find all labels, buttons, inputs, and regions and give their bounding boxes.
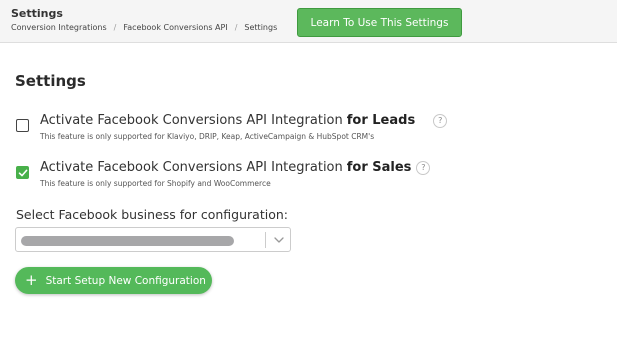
redacted-selected-value	[21, 236, 234, 246]
help-icon[interactable]: ?	[433, 113, 448, 128]
leads-checkbox[interactable]	[16, 119, 29, 132]
sales-option-label: Activate Facebook Conversions API Integr…	[40, 160, 431, 175]
page-title: Settings	[11, 7, 63, 20]
leads-label-emphasis: for Leads	[346, 113, 416, 128]
breadcrumb-item-facebook-conversions-api[interactable]: Facebook Conversions API	[123, 23, 227, 32]
option-sales: Activate Facebook Conversions API Integr…	[16, 160, 576, 190]
breadcrumb: Conversion Integrations / Facebook Conve…	[11, 23, 277, 32]
learn-settings-button[interactable]: Learn To Use This Settings	[297, 8, 462, 37]
option-leads: Activate Facebook Conversions API Integr…	[16, 113, 576, 143]
breadcrumb-item-settings: Settings	[244, 23, 278, 32]
plus-icon: +	[25, 270, 38, 289]
leads-option-label: Activate Facebook Conversions API Integr…	[40, 113, 448, 128]
check-icon	[18, 169, 28, 177]
top-bar: Settings Conversion Integrations / Faceb…	[0, 0, 617, 43]
business-select[interactable]	[15, 227, 291, 252]
start-setup-button-label: Start Setup New Configuration	[45, 274, 206, 287]
select-divider	[265, 232, 266, 248]
leads-label-text: Activate Facebook Conversions API Integr…	[40, 113, 343, 128]
help-icon[interactable]: ?	[416, 160, 431, 175]
breadcrumb-item-conversion-integrations[interactable]: Conversion Integrations	[11, 23, 107, 32]
sales-label-emphasis: for Sales	[346, 160, 412, 175]
sales-label-text: Activate Facebook Conversions API Integr…	[40, 160, 343, 175]
business-select-label: Select Facebook business for configurati…	[16, 207, 288, 222]
leads-option-description: This feature is only supported for Klavi…	[40, 132, 375, 141]
breadcrumb-separator: /	[113, 23, 117, 32]
section-title: Settings	[15, 72, 86, 90]
chevron-down-icon[interactable]	[273, 235, 285, 245]
start-setup-button[interactable]: + Start Setup New Configuration	[15, 267, 212, 294]
sales-option-description: This feature is only supported for Shopi…	[40, 179, 271, 188]
sales-checkbox[interactable]	[16, 166, 29, 179]
breadcrumb-separator: /	[234, 23, 238, 32]
